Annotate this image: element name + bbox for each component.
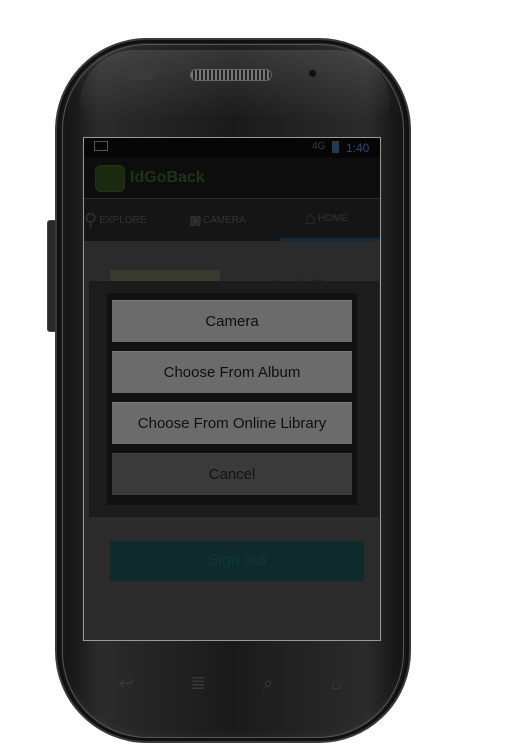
front-camera (307, 68, 318, 79)
status-bar: 4G 1:40 (84, 138, 380, 158)
app-title: IdGoBack (130, 169, 205, 186)
tab-home[interactable]: ⌂ HOME (279, 199, 380, 241)
sign-out-button[interactable]: Sign out (110, 541, 364, 581)
mail-icon (94, 141, 108, 151)
proximity-sensor (125, 68, 155, 80)
choose-from-album-button[interactable]: Choose From Album (112, 351, 352, 393)
home-icon: ⌂ (305, 208, 316, 228)
back-icon[interactable]: ↩ (111, 673, 141, 697)
choose-from-online-library-button[interactable]: Choose From Online Library (112, 402, 352, 444)
phone-glare (80, 50, 390, 120)
status-time: 1:40 (346, 141, 370, 155)
signal-icon: 4G (312, 141, 326, 152)
photo-source-dialog: Camera Choose From Album Choose From Onl… (89, 281, 379, 517)
menu-icon[interactable]: ≣ (183, 673, 213, 697)
dialog-panel: Camera Choose From Album Choose From Onl… (107, 293, 357, 505)
tab-explore[interactable]: ⚲ EXPLORE (84, 199, 184, 241)
earpiece-speaker (190, 69, 272, 81)
phone-screen: 4G 1:40 IdGoBack ⚲ EXPLORE ◙ CAMERA ⌂ HO… (83, 137, 381, 641)
camera-icon: ◙ (190, 209, 201, 230)
app-logo-icon (95, 165, 125, 192)
tab-bar: ⚲ EXPLORE ◙ CAMERA ⌂ HOME (84, 199, 380, 241)
home-key-icon[interactable]: ⌂ (321, 673, 351, 697)
search-key-icon[interactable]: ⌕ (253, 673, 283, 697)
battery-icon (332, 141, 339, 153)
navigation-keys: ↩ ≣ ⌕ ⌂ (83, 665, 381, 705)
tab-explore-label: EXPLORE (99, 214, 147, 226)
tab-home-label: HOME (317, 213, 348, 224)
camera-option-button[interactable]: Camera (112, 300, 352, 342)
search-icon: ⚲ (84, 209, 98, 230)
tab-camera-label: CAMERA (202, 214, 246, 226)
action-bar: IdGoBack (84, 158, 380, 198)
tab-camera[interactable]: ◙ CAMERA (184, 199, 279, 241)
cancel-button[interactable]: Cancel (112, 453, 352, 495)
